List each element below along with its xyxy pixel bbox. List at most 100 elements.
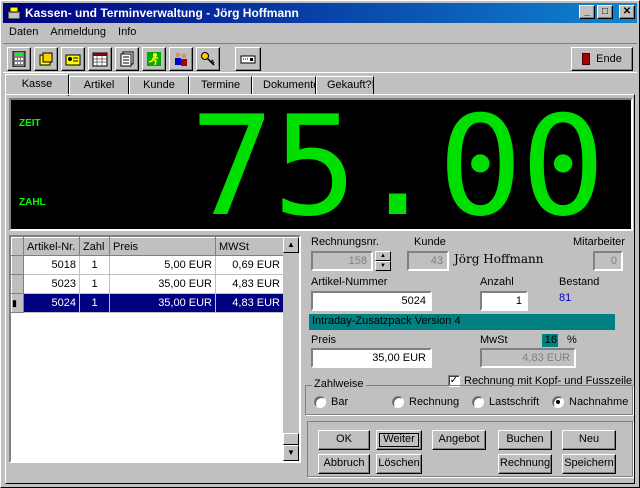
mwst-field[interactable]: 4,83 EUR [480,348,576,368]
radio-nachnahme-label: Nachnahme [569,396,629,408]
kunde-label: Kunde [414,236,446,248]
zahlweise-group: Zahlweise Bar Rechnung Lastschrift Nachn… [305,378,633,415]
artikelnummer-field[interactable]: 5024 [311,291,432,311]
cell-zahl[interactable]: 1 [79,255,110,275]
grid-scrollbar[interactable]: ▲ ▼ [283,237,299,461]
ende-label: Ende [596,53,622,65]
products-icon[interactable] [34,47,58,71]
scroll-down-icon[interactable]: ▼ [283,445,299,461]
menu-bar: Daten Anmeldung Info [3,24,142,42]
menu-daten[interactable]: Daten [3,24,44,42]
cell-zahl[interactable]: 1 [79,274,110,294]
preis-field[interactable]: 35,00 EUR [311,348,432,368]
spin-up-icon[interactable]: ▲ [375,251,391,261]
neu-button[interactable]: Neu [562,430,616,450]
row-indicator[interactable] [11,255,24,275]
col-artikel-nr[interactable]: Artikel-Nr. [23,237,80,256]
row-indicator[interactable] [11,274,24,294]
minimize-button[interactable]: _ [579,5,595,19]
rechnungsnr-field[interactable]: 158 [311,251,373,271]
speichern-button[interactable]: Speichern [562,454,616,474]
col-zahl[interactable]: Zahl [79,237,110,256]
radio-nachnahme-icon[interactable] [552,396,564,408]
ok-button[interactable]: OK [318,430,370,450]
action-buttons: OK Weiter Angebot Buchen Neu Abbruch Lös… [307,421,633,477]
kunde-field[interactable]: 43 [407,251,449,271]
row-indicator-current[interactable]: ▮ [11,293,24,313]
cell-mwst[interactable]: 0,69 EUR [215,255,284,275]
angebot-button[interactable]: Angebot [432,430,486,450]
tab-artikel[interactable]: Artikel [69,76,129,95]
menu-info[interactable]: Info [112,24,142,42]
mitarbeiter-field[interactable]: 0 [593,251,623,271]
customer-card-icon[interactable] [61,47,85,71]
key-icon[interactable] [196,47,220,71]
people-icon[interactable] [169,47,193,71]
radio-bar-icon[interactable] [314,396,326,408]
radio-lastschrift[interactable]: Lastschrift [472,396,539,408]
tab-kasse[interactable]: Kasse [5,74,69,96]
door-icon [582,53,591,65]
main-window: Kassen- und Terminverwaltung - Jörg Hoff… [0,0,640,488]
cell-artikel-nr[interactable]: 5018 [23,255,80,275]
cell-artikel-nr[interactable]: 5024 [23,293,80,313]
col-preis[interactable]: Preis [109,237,216,256]
toolbar: Ende [3,43,637,73]
table-row[interactable]: 5018 1 5,00 EUR 0,69 EUR [11,255,284,275]
mwst-rate[interactable]: 16 [542,334,558,347]
anzahl-label: Anzahl [480,276,514,288]
radio-rechnung[interactable]: Rechnung [392,396,459,408]
fax-icon[interactable] [235,47,261,71]
cell-artikel-nr[interactable]: 5023 [23,274,80,294]
radio-rechnung-label: Rechnung [409,396,460,408]
close-button[interactable]: ✕ [619,5,635,19]
rechnungsnr-spinner[interactable]: ▲ ▼ [375,251,391,271]
zeit-label: ZEIT [19,118,41,129]
ende-button[interactable]: Ende [571,47,633,71]
radio-rechnung-icon[interactable] [392,396,404,408]
app-icon [7,6,21,20]
calculator-icon[interactable] [7,47,31,71]
abbruch-button[interactable]: Abbruch [318,454,370,474]
buchen-button[interactable]: Buchen [498,430,552,450]
cell-preis[interactable]: 5,00 EUR [109,255,216,275]
rechnungsnr-label: Rechnungsnr. [311,236,379,248]
cell-preis[interactable]: 35,00 EUR [109,274,216,294]
anzahl-field[interactable]: 1 [480,291,528,311]
calendar-icon[interactable] [88,47,112,71]
table-row[interactable]: 5023 1 35,00 EUR 4,83 EUR [11,274,284,294]
spin-down-icon[interactable]: ▼ [375,261,391,271]
cell-mwst[interactable]: 4,83 EUR [215,293,284,313]
rechnung-button[interactable]: Rechnung [498,454,552,474]
menu-anmeldung[interactable]: Anmeldung [44,24,112,42]
radio-bar[interactable]: Bar [314,396,348,408]
documents-icon[interactable] [115,47,139,71]
cell-mwst[interactable]: 4,83 EUR [215,274,284,294]
scroll-up-icon[interactable]: ▲ [283,237,299,253]
col-mwst[interactable]: MWSt [215,237,284,256]
preis-label: Preis [311,334,337,346]
window-title: Kassen- und Terminverwaltung - Jörg Hoff… [25,6,299,20]
title-bar[interactable]: Kassen- und Terminverwaltung - Jörg Hoff… [3,3,637,23]
exit-run-icon[interactable] [142,47,166,71]
tab-kunde[interactable]: Kunde [129,76,189,95]
radio-bar-label: Bar [331,396,349,408]
radio-lastschrift-label: Lastschrift [489,396,540,408]
grid-indicator-header [11,237,24,256]
artikelnummer-label: Artikel-Nummer [311,276,388,288]
article-description: Intraday-Zusatzpack Version 4 [309,314,615,330]
row-pointer-icon: ▮ [12,298,17,308]
scroll-thumb[interactable] [283,433,299,445]
mitarbeiter-label: Mitarbeiter [573,236,625,248]
radio-nachnahme[interactable]: Nachnahme [552,396,628,408]
cell-zahl[interactable]: 1 [79,293,110,313]
weiter-button[interactable]: Weiter [376,430,422,450]
loeschen-button[interactable]: Löschen [376,454,422,474]
radio-lastschrift-icon[interactable] [472,396,484,408]
table-row-selected[interactable]: ▮ 5024 1 35,00 EUR 4,83 EUR [11,293,284,313]
items-grid[interactable]: Artikel-Nr. Zahl Preis MWSt 5018 1 5,00 … [9,235,301,463]
cell-preis[interactable]: 35,00 EUR [109,293,216,313]
bestand-label: Bestand [559,276,600,288]
maximize-button[interactable]: □ [597,5,613,19]
zahl-label: ZAHL [19,197,46,208]
